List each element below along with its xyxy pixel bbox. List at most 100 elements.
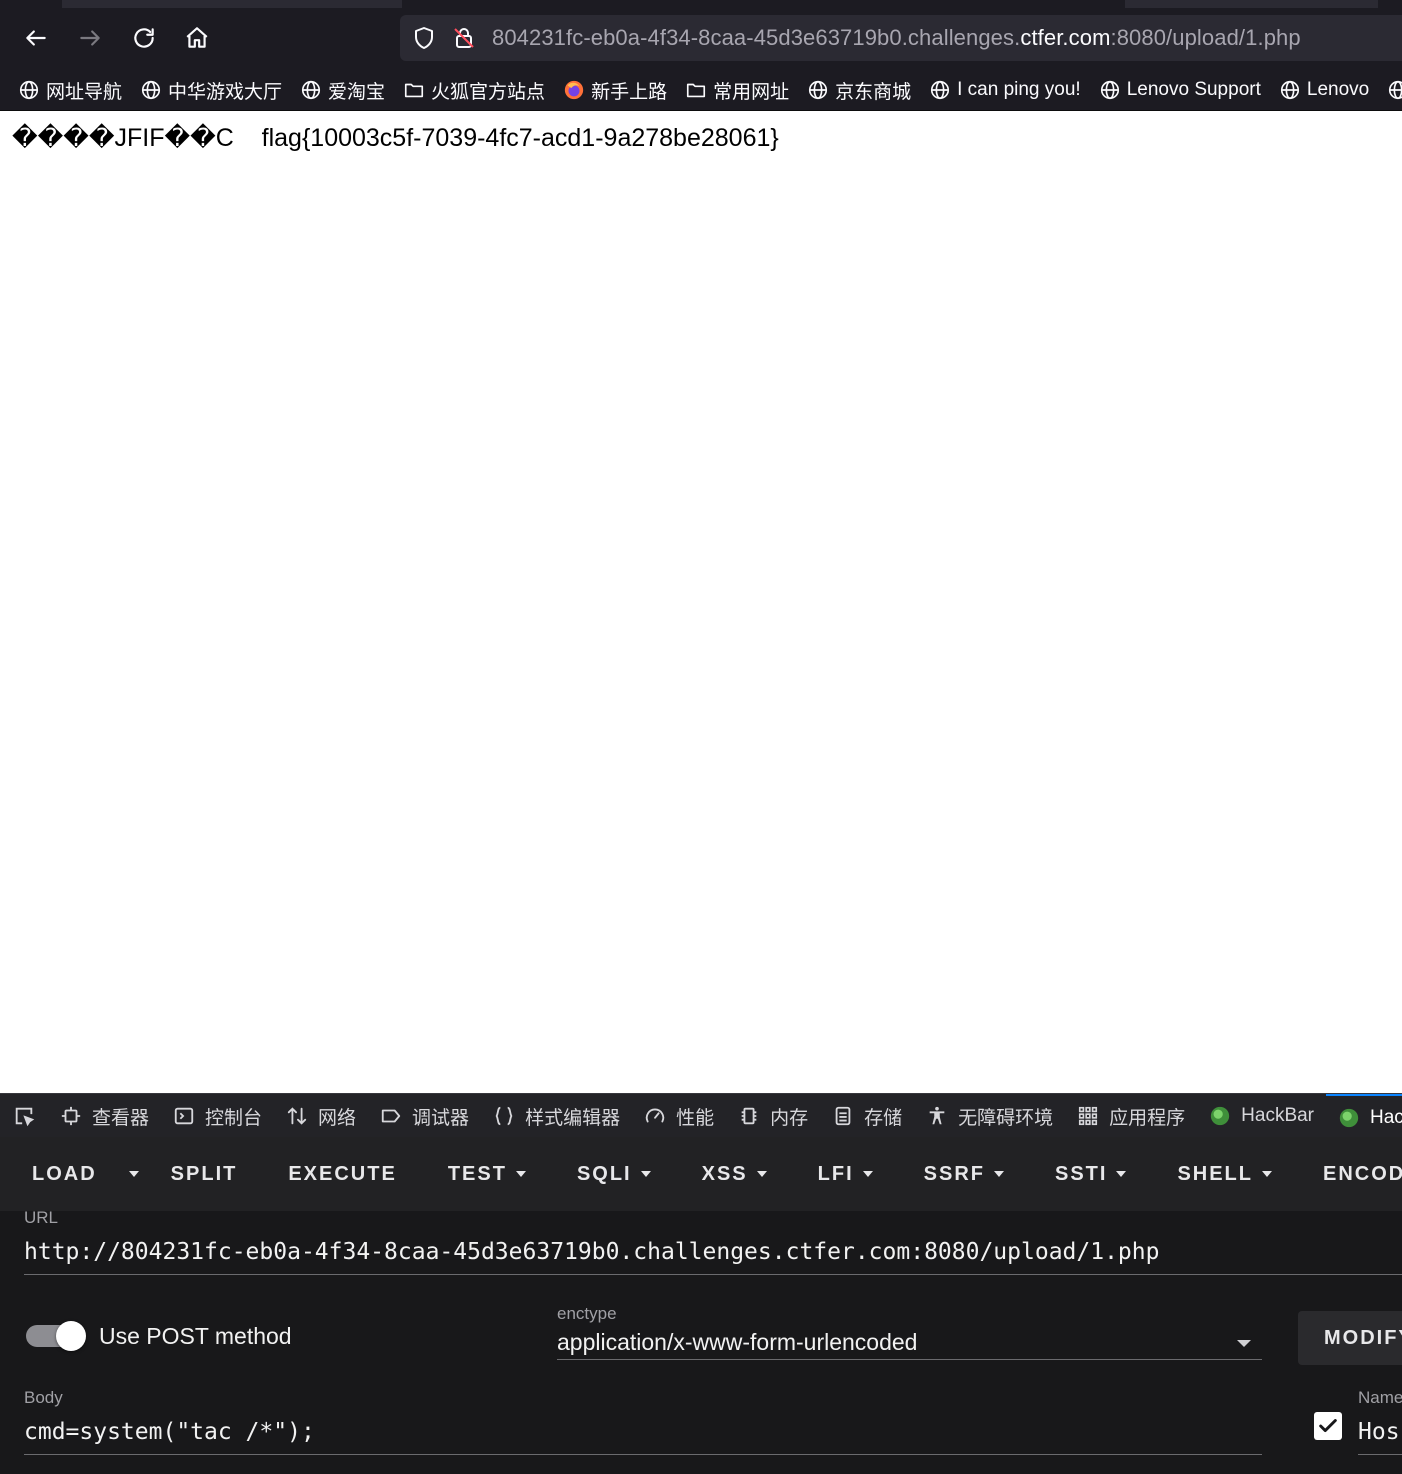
console-icon: [173, 1105, 195, 1127]
execute-label: EXECUTE: [288, 1162, 397, 1185]
devtools-tab[interactable]: 网络: [274, 1094, 368, 1138]
load-dropdown-button[interactable]: [128, 1171, 139, 1177]
bookmark-item[interactable]: 京东商城: [807, 77, 911, 104]
devtools-tab[interactable]: HackB: [1326, 1094, 1402, 1138]
ssti-label: SSTI: [1054, 1162, 1108, 1185]
bookmark-item[interactable]: 火狐官方站点: [403, 77, 545, 104]
bookmark-label: 中华游戏大厅: [168, 81, 283, 103]
devtools-tab[interactable]: 无障碍环境: [914, 1094, 1065, 1138]
devtools-tab-label: 样式编辑器: [525, 1107, 621, 1129]
home-button[interactable]: [179, 20, 215, 56]
tab-strip: [0, 0, 1402, 8]
browser-tab[interactable]: [62, 0, 402, 8]
split-button[interactable]: SPLIT: [171, 1163, 238, 1186]
bookmark-item[interactable]: 爱淘宝: [300, 77, 385, 104]
devtools-tab[interactable]: 性能: [632, 1094, 726, 1138]
insecure-lock-icon[interactable]: [452, 26, 476, 50]
shell-label: SHELL: [1177, 1162, 1253, 1185]
devtools-tab[interactable]: 样式编辑器: [481, 1094, 632, 1138]
bookmark-overflow[interactable]: [1387, 79, 1402, 101]
application-icon: [1077, 1105, 1099, 1127]
bookmark-label: 网址导航: [46, 81, 123, 103]
encoding-label: ENCODIN: [1323, 1162, 1402, 1185]
devtools-tab-label: 内存: [770, 1107, 809, 1129]
chevron-down-icon: [756, 1171, 767, 1177]
bookmark-item[interactable]: 网址导航: [18, 77, 122, 104]
url-suffix: :8080/upload/1.php: [1110, 25, 1301, 50]
header-enable-checkbox[interactable]: [1314, 1412, 1342, 1440]
page-output-text: ����JFIF��C flag{10003c5f-7039-4fc7-acd1…: [12, 124, 779, 152]
bookmark-label: 新手上路: [591, 81, 668, 103]
devtools-tab-label: HackBar: [1241, 1105, 1315, 1126]
url-input-underline: [24, 1274, 1402, 1275]
test-menu-button[interactable]: TEST: [448, 1163, 526, 1186]
bookmark-item[interactable]: 常用网址: [685, 77, 789, 104]
browser-chrome: 804231fc-eb0a-4f34-8caa-45d3e63719b0.cha…: [0, 0, 1402, 111]
bookmark-item[interactable]: 中华游戏大厅: [140, 77, 282, 104]
body-input-underline: [24, 1454, 1262, 1455]
devtools-tab[interactable]: HackBar: [1197, 1094, 1326, 1138]
bookmark-item[interactable]: I can ping you!: [929, 79, 1081, 101]
devtools-tab-label: 网络: [318, 1107, 357, 1129]
xss-label: XSS: [701, 1162, 748, 1185]
url-text[interactable]: 804231fc-eb0a-4f34-8caa-45d3e63719b0.cha…: [492, 25, 1301, 51]
hackbar-menu: LOAD SPLIT EXECUTE TEST SQLI XSS LFI SSR…: [0, 1137, 1402, 1211]
url-field-label: URL: [24, 1208, 59, 1227]
globe-icon: [1099, 79, 1121, 101]
chevron-down-icon: [993, 1171, 1004, 1177]
devtools-tab[interactable]: 调试器: [368, 1094, 481, 1138]
devtools-tab[interactable]: 存储: [820, 1094, 914, 1138]
folder-icon: [403, 79, 425, 101]
bookmark-label: 火狐官方站点: [431, 81, 546, 103]
element-picker-button[interactable]: [0, 1094, 48, 1138]
test-label: TEST: [447, 1162, 507, 1185]
lfi-menu-button[interactable]: LFI: [818, 1163, 873, 1186]
forward-button[interactable]: [72, 20, 108, 56]
sqli-label: SQLI: [576, 1162, 632, 1185]
bookmark-item[interactable]: 新手上路: [563, 77, 667, 104]
execute-button[interactable]: EXECUTE: [288, 1163, 396, 1186]
lfi-label: LFI: [817, 1162, 854, 1185]
checkmark-icon: [1319, 1419, 1337, 1433]
devtools-tab-label: HackB: [1370, 1106, 1402, 1128]
ssrf-menu-button[interactable]: SSRF: [924, 1163, 1004, 1186]
post-method-toggle[interactable]: [26, 1321, 86, 1351]
browser-tab[interactable]: [1125, 0, 1378, 8]
page-content: ����JFIF��C flag{10003c5f-7039-4fc7-acd1…: [0, 111, 1402, 1093]
xss-menu-button[interactable]: XSS: [702, 1163, 767, 1186]
toggle-knob: [56, 1321, 86, 1351]
modify-label: MODIFY: [1324, 1326, 1402, 1349]
debugger-icon: [380, 1105, 402, 1127]
header-name-underline: [1358, 1454, 1402, 1455]
enctype-select[interactable]: application/x-www-form-urlencoded: [557, 1329, 917, 1356]
devtools-tab[interactable]: 应用程序: [1065, 1094, 1197, 1138]
firefox-icon: [563, 79, 585, 101]
encoding-menu-button[interactable]: ENCODIN: [1323, 1163, 1402, 1186]
bookmark-item[interactable]: Lenovo Support: [1099, 79, 1261, 101]
shell-menu-button[interactable]: SHELL: [1177, 1163, 1272, 1186]
devtools-tab[interactable]: 内存: [726, 1094, 820, 1138]
chevron-down-icon[interactable]: [1237, 1340, 1251, 1347]
devtools-tab-label: 查看器: [92, 1107, 150, 1129]
devtools-tab-bar: 查看器 控制台 网络 调试器 样式编辑器 性能 内存 存储 无障碍环境 应用程序 HackBar Ha…: [0, 1093, 1402, 1139]
globe-icon: [140, 79, 162, 101]
devtools-tab-label: 调试器: [412, 1107, 470, 1129]
url-input[interactable]: http://804231fc-eb0a-4f34-8caa-45d3e6371…: [24, 1239, 1159, 1265]
reload-icon: [134, 28, 154, 48]
ssti-menu-button[interactable]: SSTI: [1054, 1162, 1127, 1186]
bookmark-item[interactable]: Lenovo: [1279, 79, 1369, 101]
back-button[interactable]: [18, 20, 54, 56]
reload-button[interactable]: [126, 20, 162, 56]
header-name-input[interactable]: Hos: [1358, 1419, 1400, 1445]
load-button[interactable]: LOAD: [32, 1163, 97, 1186]
devtools-tab[interactable]: 控制台: [161, 1094, 274, 1138]
modify-header-button[interactable]: MODIFY: [1298, 1311, 1402, 1365]
url-domain: ctfer.com: [1020, 25, 1111, 50]
tracking-protection-shield-icon[interactable]: [412, 26, 436, 50]
devtools-tab-label: 无障碍环境: [958, 1107, 1054, 1129]
devtools-tab-label: 存储: [864, 1107, 903, 1129]
sqli-menu-button[interactable]: SQLI: [577, 1163, 651, 1186]
body-input[interactable]: cmd=system("tac /*");: [24, 1419, 315, 1445]
devtools-tab[interactable]: 查看器: [48, 1094, 161, 1138]
address-bar[interactable]: 804231fc-eb0a-4f34-8caa-45d3e63719b0.cha…: [400, 15, 1402, 61]
